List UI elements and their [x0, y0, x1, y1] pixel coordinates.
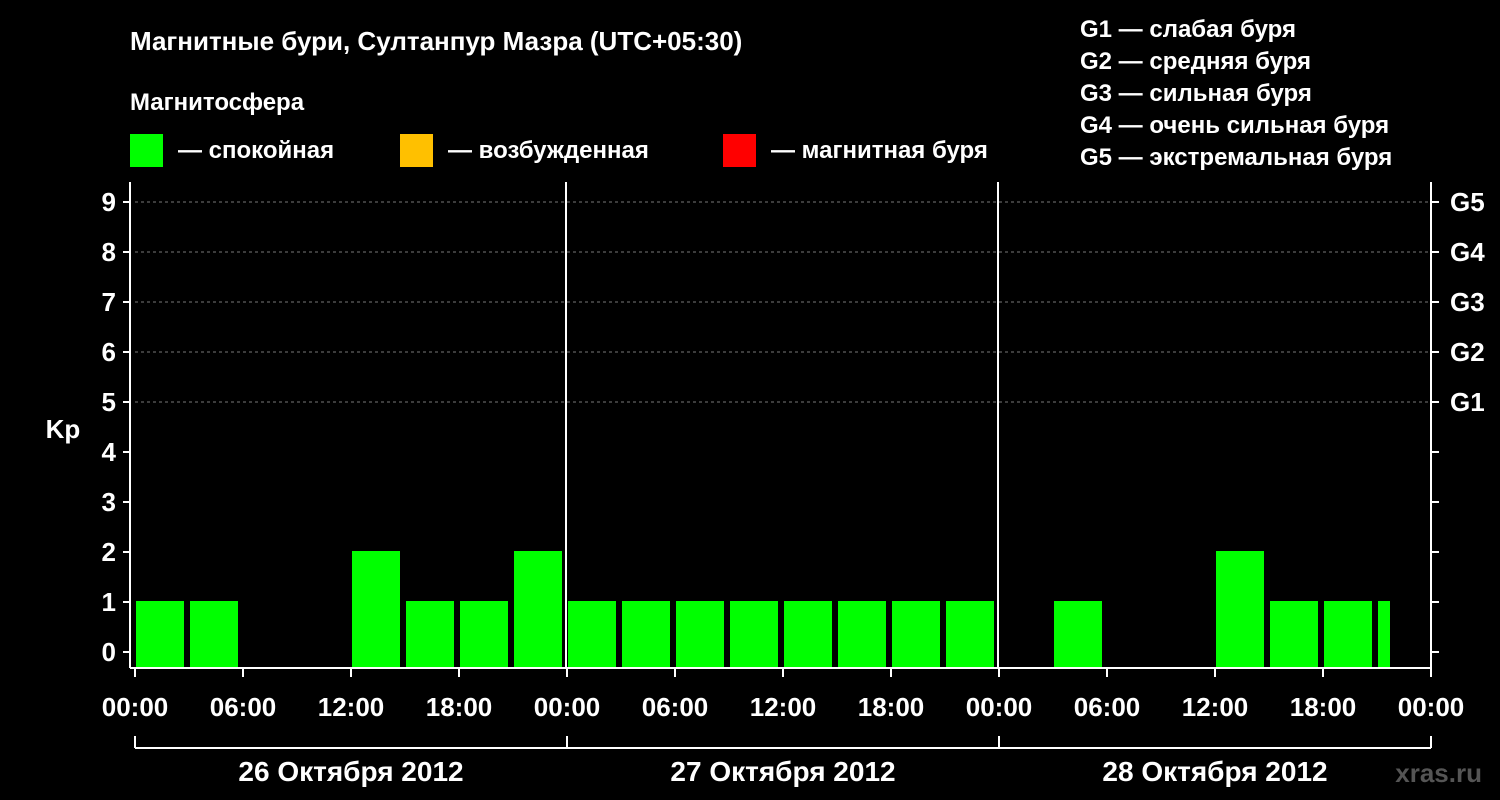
x-tick-label-5: 06:00	[642, 692, 709, 722]
x-tick-label-1: 06:00	[210, 692, 277, 722]
bar-4	[352, 551, 400, 667]
legend-swatch-1	[400, 134, 433, 167]
storm-level-label-G3: G3	[1450, 287, 1485, 317]
storm-scale-item-0: G1 — слабая буря	[1080, 16, 1296, 43]
watermark: xras.ru	[1395, 758, 1482, 788]
y-tick-label-4: 4	[102, 437, 117, 467]
kp-chart: Магнитные бури, Султанпур Мазра (UTC+05:…	[0, 0, 1500, 800]
legend-swatch-2	[723, 134, 756, 167]
bar-11	[730, 601, 778, 667]
y-tick-label-5: 5	[102, 387, 116, 417]
legend-heading: Магнитосфера	[130, 89, 305, 116]
y-tick-label-2: 2	[102, 537, 116, 567]
bar-13	[838, 601, 886, 667]
bar-21	[1270, 601, 1318, 667]
legend: — спокойная — возбужденная — магнитная бур…	[130, 134, 988, 167]
storm-level-label-G5: G5	[1450, 187, 1485, 217]
x-tick-label-6: 12:00	[750, 692, 817, 722]
storm-scale-item-3: G4 — очень сильная буря	[1080, 112, 1389, 139]
day-label-1: 27 Октября 2012	[670, 756, 895, 787]
storm-level-label-G1: G1	[1450, 387, 1485, 417]
y-tick-label-1: 1	[102, 587, 116, 617]
bar-20	[1216, 551, 1264, 667]
y-tick-label-6: 6	[102, 337, 116, 367]
x-tick-label-3: 18:00	[426, 692, 493, 722]
storm-level-label-G2: G2	[1450, 337, 1485, 367]
legend-label-2: — магнитная буря	[771, 137, 988, 164]
x-tick-label-2: 12:00	[318, 692, 385, 722]
bar-15	[946, 601, 994, 667]
bar-5	[406, 601, 454, 667]
x-tick-label-7: 18:00	[858, 692, 925, 722]
x-tick-label-4: 00:00	[534, 692, 601, 722]
legend-swatch-0	[130, 134, 163, 167]
bar-23	[1378, 601, 1390, 667]
day-label-2: 28 Октября 2012	[1102, 756, 1327, 787]
bar-17	[1054, 601, 1102, 667]
bar-8	[568, 601, 616, 667]
y-tick-label-7: 7	[102, 287, 116, 317]
x-tick-label-9: 06:00	[1074, 692, 1141, 722]
bar-1	[190, 601, 238, 667]
x-tick-label-8: 00:00	[966, 692, 1033, 722]
x-tick-label-11: 18:00	[1290, 692, 1357, 722]
bar-12	[784, 601, 832, 667]
y-tick-label-9: 9	[102, 187, 116, 217]
bar-14	[892, 601, 940, 667]
y-tick-label-8: 8	[102, 237, 116, 267]
bar-9	[622, 601, 670, 667]
storm-scale-item-1: G2 — средняя буря	[1080, 48, 1311, 75]
bar-0	[136, 601, 184, 667]
legend-label-0: — спокойная	[178, 137, 334, 164]
x-tick-label-10: 12:00	[1182, 692, 1249, 722]
chart-title: Магнитные бури, Султанпур Мазра (UTC+05:…	[130, 26, 742, 56]
y-axis-label: Kp	[46, 414, 81, 444]
y-tick-label-3: 3	[102, 487, 116, 517]
day-label-0: 26 Октября 2012	[238, 756, 463, 787]
bar-22	[1324, 601, 1372, 667]
y-tick-label-0: 0	[102, 637, 116, 667]
bar-7	[514, 551, 562, 667]
storm-level-label-G4: G4	[1450, 237, 1485, 267]
bar-10	[676, 601, 724, 667]
storm-scale-item-4: G5 — экстремальная буря	[1080, 144, 1392, 171]
x-tick-label-12: 00:00	[1398, 692, 1465, 722]
legend-label-1: — возбужденная	[448, 137, 649, 164]
storm-scale-item-2: G3 — сильная буря	[1080, 80, 1312, 107]
x-tick-label-0: 00:00	[102, 692, 169, 722]
bar-6	[460, 601, 508, 667]
